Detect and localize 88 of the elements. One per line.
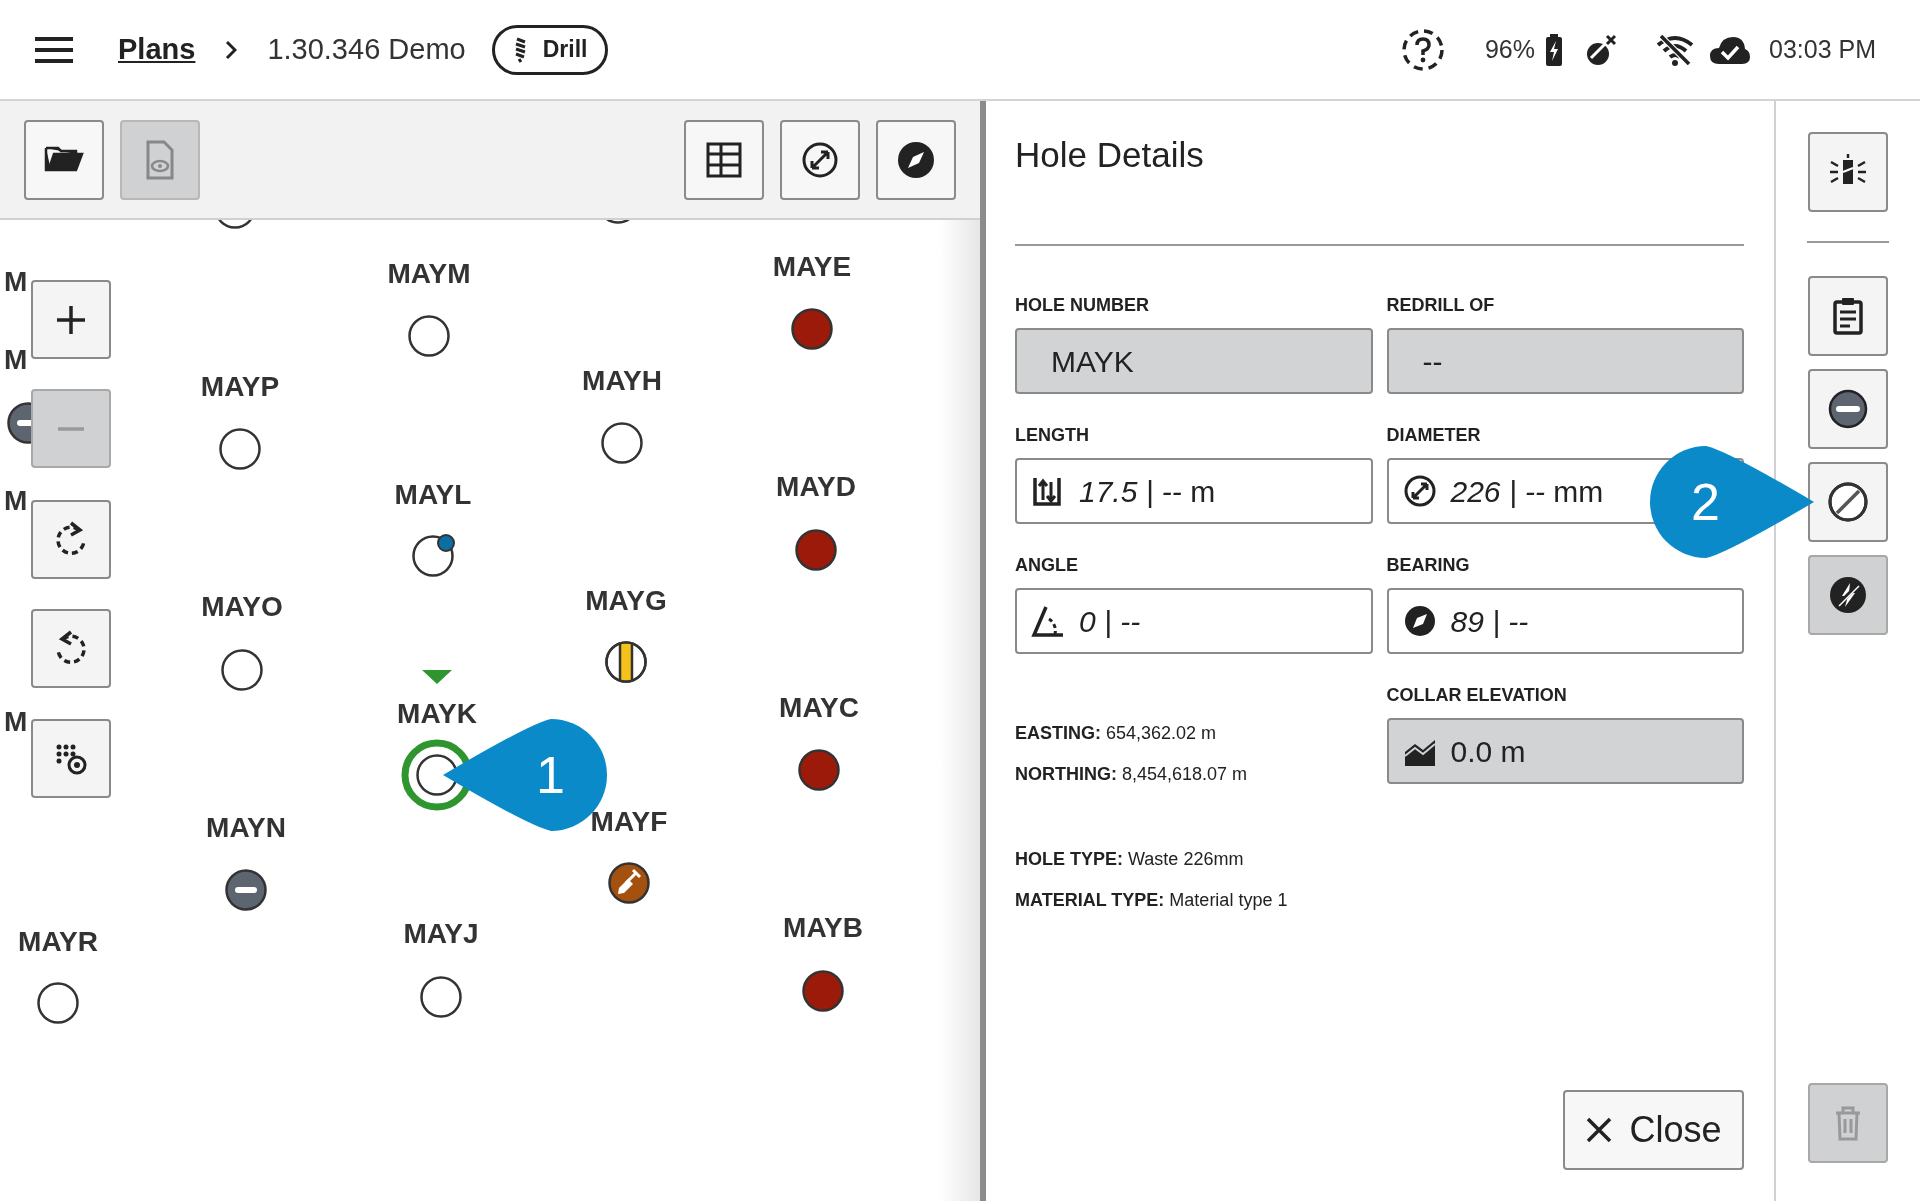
hole-marker[interactable] <box>801 969 845 1013</box>
hole-marker[interactable] <box>218 427 262 471</box>
hole-marker[interactable] <box>797 748 841 792</box>
close-button[interactable]: Close <box>1563 1090 1744 1170</box>
clock-time: 03:03 PM <box>1769 33 1876 65</box>
hole-label: M <box>4 268 28 296</box>
satellite-icon <box>1585 32 1619 67</box>
cloud-check-icon <box>1709 34 1751 65</box>
hole-marker[interactable] <box>36 981 80 1025</box>
hole-label: M <box>4 487 28 515</box>
hole-info-text: MATERIAL TYPE: Material type 1 <box>1015 889 1289 912</box>
field-label: HOLE NUMBER <box>1015 294 1150 316</box>
hole-label: M <box>4 708 28 736</box>
input-field: -- <box>1386 328 1744 394</box>
hole-label: MAYC <box>779 694 859 722</box>
chevron-right-icon <box>225 39 238 60</box>
toolbar-button[interactable] <box>684 119 764 200</box>
callout-number: 1 <box>536 749 565 801</box>
hole-label: MAYG <box>585 587 667 615</box>
toolbar-button[interactable] <box>24 119 104 200</box>
wifi-off-icon <box>1655 32 1695 67</box>
hole-label: MAYJ <box>403 920 479 948</box>
hole-label: MAYF <box>590 808 668 836</box>
side-action-button[interactable] <box>1808 462 1888 542</box>
minus-circle-icon <box>1828 389 1868 429</box>
mode-badge: Drill <box>491 24 609 75</box>
close-icon <box>1585 1116 1614 1144</box>
compass-icon <box>1402 604 1437 638</box>
field-label: COLLAR ELEVATION <box>1386 684 1568 706</box>
compass-icon <box>896 139 936 180</box>
input-field: MAYK <box>1015 328 1373 394</box>
side-action-button[interactable] <box>1808 132 1888 212</box>
toolbar-button[interactable] <box>780 119 860 200</box>
hole-info-text: HOLE TYPE: Waste 226mm <box>1015 848 1245 871</box>
breadcrumb-link[interactable]: Plans <box>118 27 196 72</box>
selection-triangle-icon <box>422 670 452 684</box>
angle-icon <box>1031 604 1065 638</box>
field-label: REDRILL OF <box>1386 294 1496 316</box>
input-field[interactable]: 0 | -- <box>1015 588 1373 654</box>
map-control-button[interactable] <box>31 280 111 359</box>
coordinate-text: NORTHING: 8,454,618.07 m <box>1015 763 1249 786</box>
breadcrumb-current: 1.30.346 Demo <box>267 31 466 67</box>
hole-marker[interactable] <box>407 314 451 358</box>
hole-label: MAYL <box>394 481 472 509</box>
input-field[interactable]: 89 | -- <box>1386 588 1744 654</box>
minus-icon <box>58 425 84 432</box>
panel-title: Hole Details <box>1015 134 1205 176</box>
hole-marker[interactable] <box>419 975 463 1019</box>
input-field: 0.0 m <box>1386 718 1744 784</box>
hole-label: MAYR <box>18 928 98 956</box>
map-control-button[interactable] <box>31 500 111 579</box>
hole-marker[interactable] <box>224 868 268 912</box>
hole-marker[interactable] <box>6 401 31 445</box>
slashed-bolt-icon <box>1828 575 1868 615</box>
toolbar-button[interactable] <box>876 119 956 200</box>
hole-marker[interactable] <box>600 421 644 465</box>
hole-marker[interactable] <box>794 528 838 572</box>
hole-marker[interactable] <box>220 648 264 692</box>
menu-icon <box>35 35 73 64</box>
map-control-button[interactable] <box>31 719 111 798</box>
diameter-icon <box>1402 474 1437 508</box>
coordinate-text: EASTING: 654,362.02 m <box>1015 722 1218 745</box>
hole-label: MAYP <box>200 373 280 401</box>
hole-label: MAYH <box>582 367 662 395</box>
hole-label: MAYD <box>776 473 856 501</box>
side-action-button[interactable] <box>1808 276 1888 356</box>
slash-circle-icon <box>1828 482 1868 522</box>
hole-label: MAYN <box>206 814 286 842</box>
battery-charging-icon <box>1545 33 1563 66</box>
input-field[interactable]: 17.5 | -- m <box>1015 458 1373 524</box>
battery-percent: 96% <box>1484 33 1535 65</box>
hole-label: MAYM <box>387 260 471 288</box>
hole-label: MAYO <box>201 593 283 621</box>
hole-marker[interactable] <box>411 534 455 578</box>
side-action-button[interactable] <box>1808 369 1888 449</box>
field-label: DIAMETER <box>1386 424 1482 446</box>
hole-marker[interactable] <box>607 861 651 905</box>
field-label: LENGTH <box>1015 424 1090 446</box>
help-icon <box>1400 27 1445 72</box>
hole-label: MAYE <box>772 253 852 281</box>
map-control-button[interactable] <box>31 609 111 688</box>
field-label: ANGLE <box>1015 554 1079 576</box>
hole-label: M <box>4 346 28 374</box>
hole-marker[interactable] <box>604 640 648 684</box>
hole-label: MAYK <box>397 700 477 728</box>
hole-label: MAYB <box>783 914 863 942</box>
hole-marker[interactable] <box>790 307 834 351</box>
field-label: BEARING <box>1386 554 1471 576</box>
